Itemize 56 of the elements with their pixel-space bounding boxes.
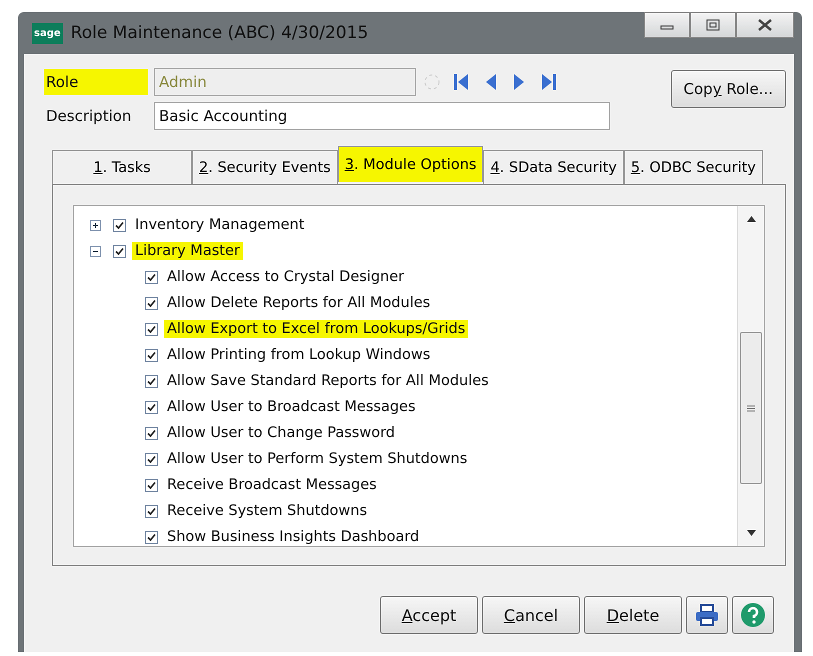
checkbox[interactable] (145, 530, 158, 544)
tree-item[interactable]: Allow User to Perform System Shutdowns (164, 450, 470, 468)
tree-item[interactable]: Receive System Shutdowns (164, 502, 370, 520)
checkbox[interactable] (113, 244, 126, 258)
tree-item[interactable]: Allow Save Standard Reports for All Modules (164, 372, 492, 390)
print-button[interactable] (686, 596, 728, 634)
checkbox[interactable] (145, 452, 158, 466)
description-label: Description (45, 106, 132, 127)
tree-item[interactable]: Allow Export to Excel from Lookups/Grids (164, 320, 468, 338)
action-button[interactable]: Accept (380, 596, 478, 634)
checkbox[interactable] (145, 296, 158, 310)
scrollbar-thumb[interactable] (740, 332, 762, 484)
minimize-button[interactable] (644, 12, 690, 38)
expander-icon[interactable] (90, 220, 101, 230)
checkbox[interactable] (113, 218, 126, 232)
checkbox[interactable] (145, 322, 158, 336)
tree-item[interactable]: Inventory Management (132, 216, 308, 234)
copy-role-button[interactable]: Copy Role... (670, 70, 786, 108)
checkbox[interactable] (145, 374, 158, 388)
scroll-down-icon[interactable] (746, 530, 756, 536)
tree-item[interactable]: Allow Printing from Lookup Windows (164, 346, 434, 364)
maximize-button[interactable] (690, 12, 736, 38)
role-label: Role (44, 69, 148, 95)
close-button[interactable] (736, 12, 794, 38)
close-icon (757, 18, 773, 32)
description-field[interactable]: Basic Accounting (154, 102, 610, 130)
tab[interactable]: 2. Security Events (192, 150, 338, 184)
tree-item[interactable]: Allow Access to Crystal Designer (164, 268, 408, 286)
action-button[interactable]: Cancel (482, 596, 580, 634)
window-title: Role Maintenance (ABC) 4/30/2015 (70, 23, 370, 43)
tree-item[interactable]: Allow Delete Reports for All Modules (164, 294, 434, 312)
expander-icon[interactable] (90, 246, 101, 256)
scroll-up-icon[interactable] (746, 216, 756, 222)
tree-item[interactable]: Allow User to Change Password (164, 424, 398, 442)
checkbox[interactable] (145, 426, 158, 440)
tree-item[interactable]: Allow User to Broadcast Messages (164, 398, 419, 416)
help-button[interactable] (732, 596, 774, 634)
tab[interactable]: 5. ODBC Security (624, 150, 763, 184)
tree-item[interactable]: Receive Broadcast Messages (164, 476, 380, 494)
tree-item[interactable]: Library Master (132, 242, 243, 260)
checkbox[interactable] (145, 478, 158, 492)
app-logo: sage (32, 22, 63, 44)
checkbox[interactable] (145, 504, 158, 518)
tab[interactable]: 4. SData Security (483, 150, 624, 184)
help-icon (740, 602, 766, 628)
scrollbar[interactable] (737, 206, 764, 546)
action-button[interactable]: Delete (584, 596, 682, 634)
tab[interactable]: 1. Tasks (52, 150, 192, 184)
checkbox[interactable] (145, 348, 158, 362)
loading-icon (422, 72, 442, 92)
printer-icon (694, 603, 720, 627)
checkbox[interactable] (145, 400, 158, 414)
tab[interactable]: 3. Module Options (338, 146, 484, 182)
maximize-icon (706, 19, 720, 31)
checkbox[interactable] (145, 270, 158, 284)
tree-item[interactable]: Show Business Insights Dashboard (164, 528, 422, 546)
